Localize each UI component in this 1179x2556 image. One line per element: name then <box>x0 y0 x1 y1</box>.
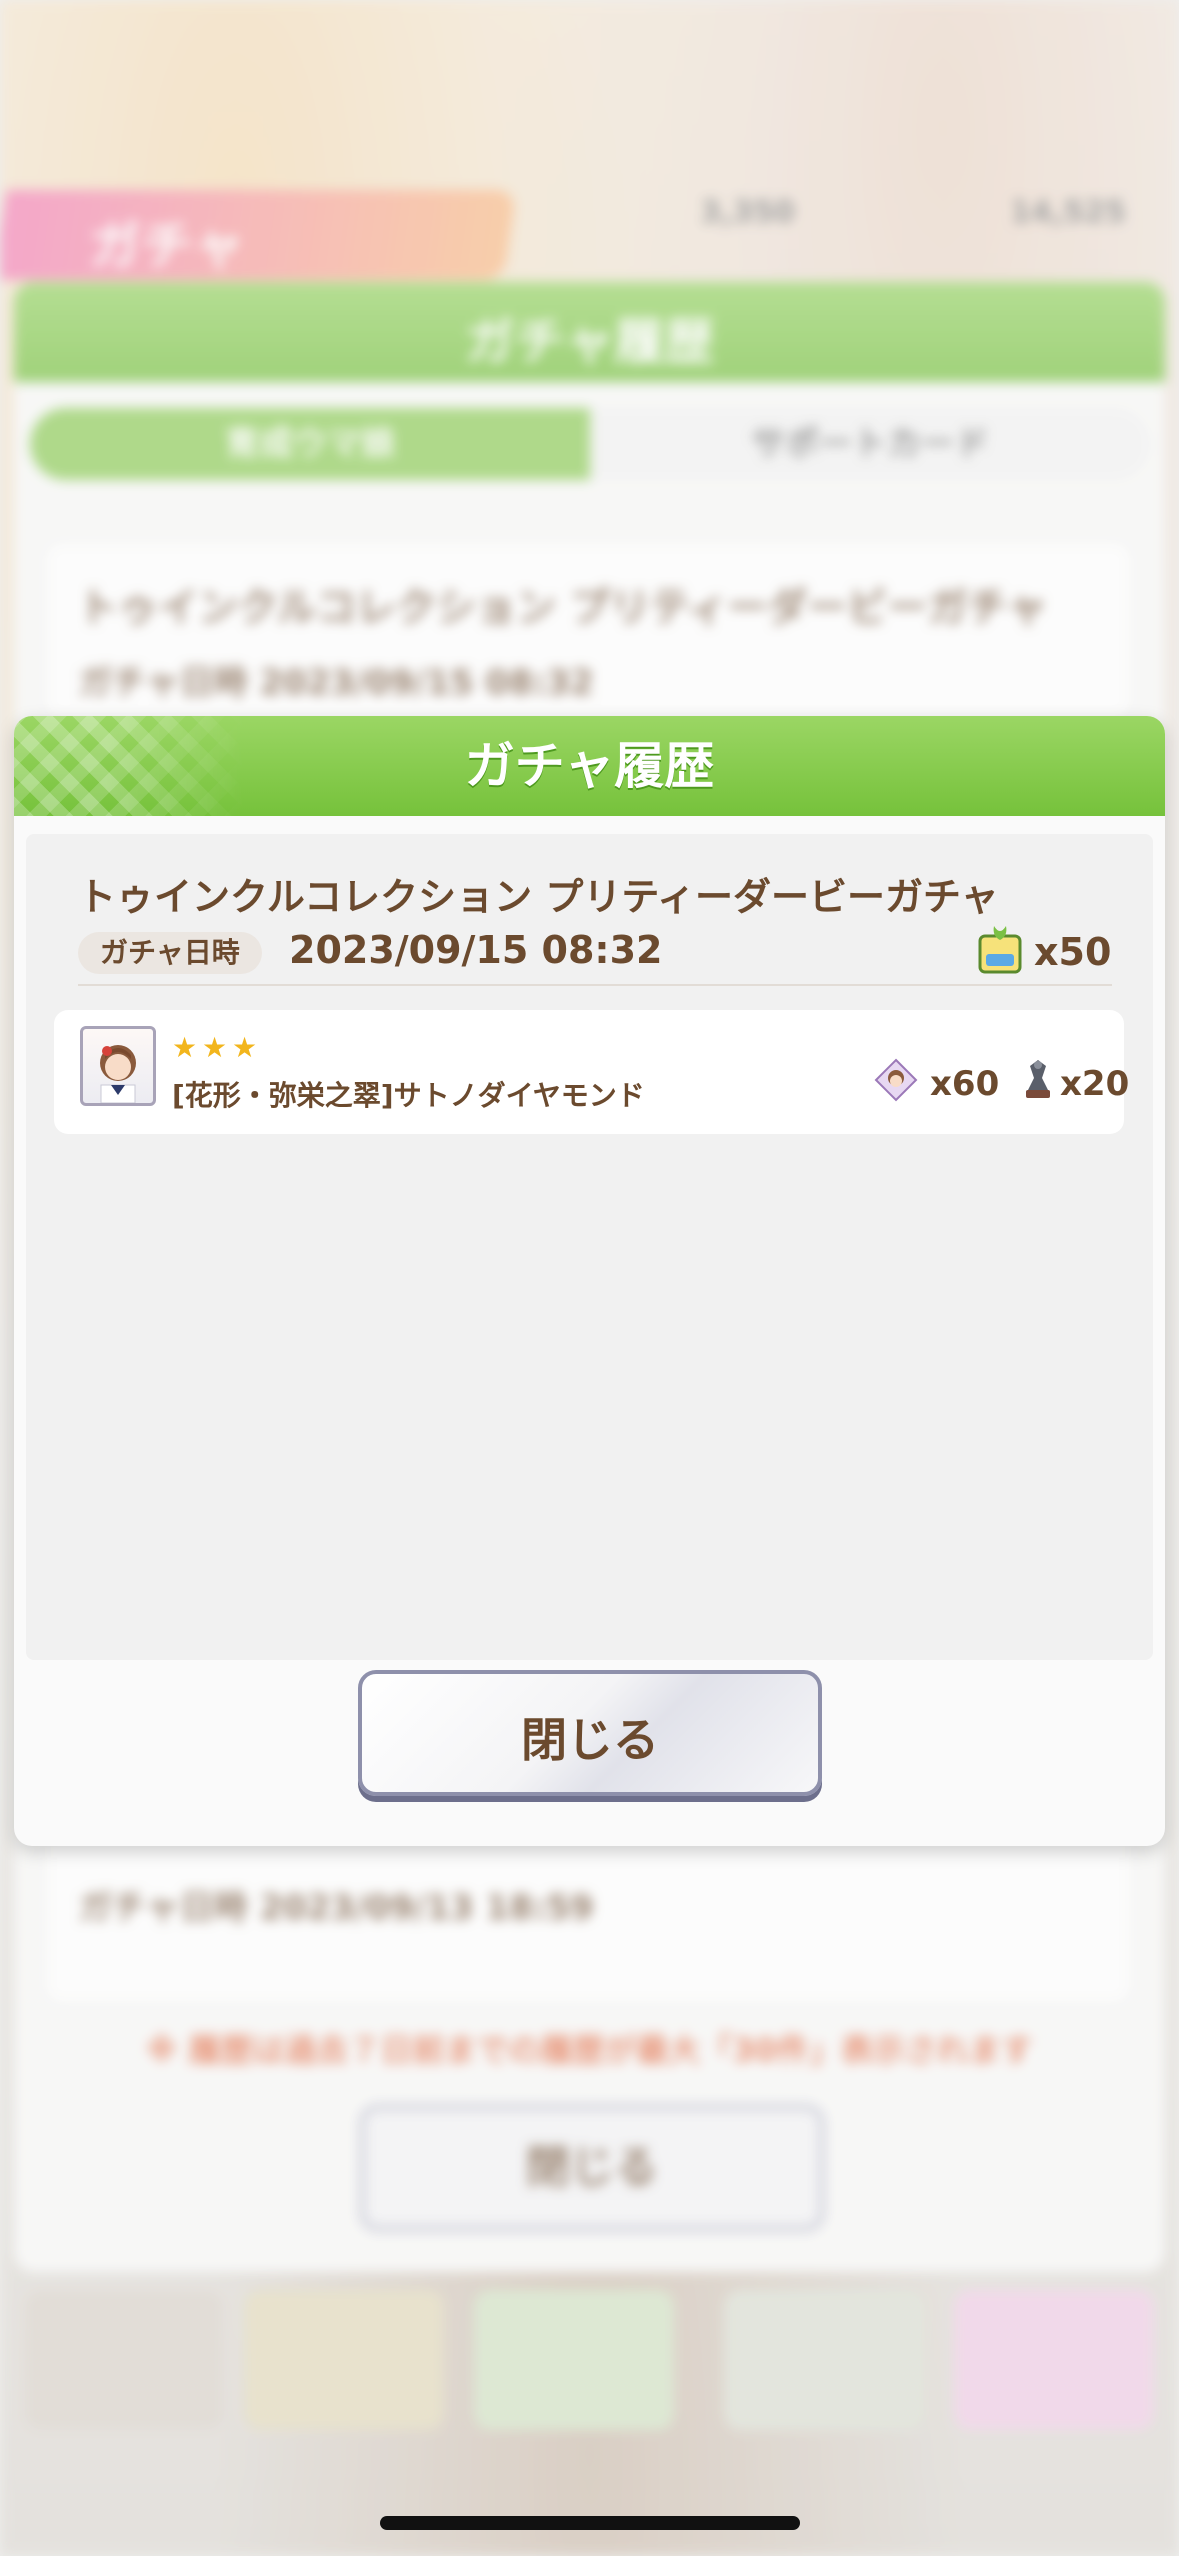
ticket-count: x50 <box>1034 930 1112 974</box>
gacha-history-dialog: ガチャ履歴 トゥインクルコレクション プリティーダービーガチャ ガチャ日時 20… <box>14 716 1165 1846</box>
dialog-title: ガチャ履歴 <box>464 737 715 795</box>
gacha-datetime: 2023/09/15 08:32 <box>289 928 663 972</box>
dialog-header: ガチャ履歴 <box>14 716 1165 816</box>
star-icon: ★ <box>232 1031 258 1064</box>
divider <box>78 984 1112 986</box>
rarity-stars: ★ ★ ★ <box>172 1034 260 1062</box>
star-icon: ★ <box>172 1031 198 1064</box>
piece-count: x60 <box>930 1064 1000 1104</box>
close-button[interactable]: 閉じる <box>358 1670 822 1796</box>
gacha-result-row[interactable]: ★ ★ ★ [花形・弥栄之翠]サトノダイヤモンド x60 x20 <box>54 1010 1129 1134</box>
close-button-label: 閉じる <box>521 1713 659 1767</box>
trophy-count: x20 <box>1060 1064 1130 1104</box>
date-label-badge: ガチャ日時 <box>78 932 262 974</box>
character-name: [花形・弥栄之翠]サトノダイヤモンド <box>172 1079 645 1112</box>
piece-icon <box>874 1058 918 1102</box>
trophy-icon <box>1026 1060 1050 1098</box>
gacha-name: トゥインクルコレクション プリティーダービーガチャ <box>78 875 999 919</box>
star-icon: ★ <box>202 1031 228 1064</box>
ticket-icon <box>978 926 1022 974</box>
character-avatar <box>80 1026 156 1106</box>
home-indicator[interactable] <box>380 2516 800 2530</box>
